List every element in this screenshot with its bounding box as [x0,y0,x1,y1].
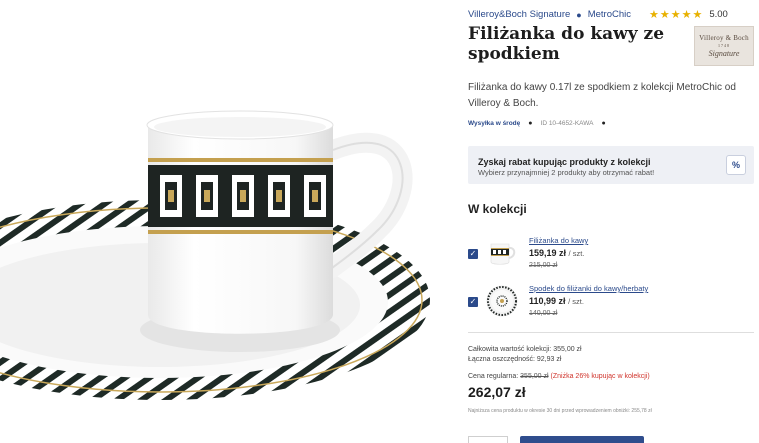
item-old-price: 215,00 zł [529,262,558,269]
item-price: 159,19 zł / szt. [529,248,584,258]
saucer-thumbnail[interactable] [485,284,519,318]
product-info-panel: Villeroy&Boch Signature ● MetroChic ★★★★… [468,0,759,443]
regular-price-label: Cena regularna: [468,373,519,380]
discount-note: (Zniżka 26% kupując w kolekcji) [550,373,650,380]
item-checkbox[interactable]: ✓ [468,249,478,259]
brand-logo[interactable]: Villeroy & Boch 1748 Signature [694,26,754,66]
separator-dot: ● [601,120,606,127]
shipping-info: Wysyłka w środę [468,120,521,127]
add-to-cart-button[interactable] [520,436,644,443]
item-old-price: 140,00 zł [529,310,558,317]
percent-icon: % [726,155,746,175]
rating-stars[interactable]: ★★★★★ [649,8,703,21]
item-price: 110,99 zł / szt. [529,296,584,306]
lowest-price-note: Najniższa cena produktu w okresie 30 dni… [468,408,652,414]
final-price: 262,07 zł [468,384,526,400]
brand-logo-signature: Signature [708,49,740,58]
product-description: Filiżanka do kawy 0.17l ze spodkiem z ko… [468,82,736,109]
regular-price-value: 355,00 zł [520,373,549,380]
regular-price-row: Cena regularna: 355,00 zł (Zniżka 26% ku… [468,373,650,380]
item-checkbox[interactable]: ✓ [468,297,478,307]
separator-dot: ● [528,120,533,127]
product-image[interactable] [0,0,440,443]
collection-link[interactable]: MetroChic [588,9,631,20]
item-price-unit: / szt. [568,297,584,306]
product-title: Filiżanka do kawy ze spodkiem [468,24,665,64]
collection-title: W kolekcji [468,202,527,216]
collection-discount-banner: Zyskaj rabat kupując produkty z kolekcji… [468,146,754,184]
item-price-unit: / szt. [568,249,585,258]
cup-thumbnail[interactable] [485,236,519,270]
item-price-value: 159,19 zł [529,248,567,258]
promo-subtext: Wybierz przynajmniej 2 produkty aby otrz… [478,168,655,177]
cup-and-saucer-illustration [0,110,430,400]
collection-item: ✓ Spodek do filiżanki do kawy/herbaty 11… [468,284,758,332]
rating-value: 5.00 [709,9,728,20]
collection-total-value: Całkowita wartość kolekcji: 355,00 zł [468,346,582,353]
quantity-input[interactable] [468,436,508,443]
brand-link[interactable]: Villeroy&Boch Signature [468,9,570,20]
collection-item: ✓ Filiżanka do kawy 159,19 zł / szt. 215… [468,236,758,284]
product-sku: ID 10-4652-KAWA [540,120,594,127]
collection-savings: Łączna oszczędność: 92,93 zł [468,356,562,363]
brand-logo-name: Villeroy & Boch [699,34,749,42]
item-name-link[interactable]: Spodek do filiżanki do kawy/herbaty [529,284,648,293]
brand-logo-year: 1748 [718,43,730,48]
product-meta-row: Villeroy&Boch Signature ● MetroChic ★★★★… [468,8,728,21]
shipping-row: Wysyłka w środę ● ID 10-4652-KAWA ● [468,120,614,127]
item-name-link[interactable]: Filiżanka do kawy [529,236,588,245]
separator-dot: ● [576,9,582,20]
summary-divider [468,332,754,333]
promo-heading: Zyskaj rabat kupując produkty z kolekcji [478,157,651,167]
item-price-value: 110,99 zł [529,296,566,306]
